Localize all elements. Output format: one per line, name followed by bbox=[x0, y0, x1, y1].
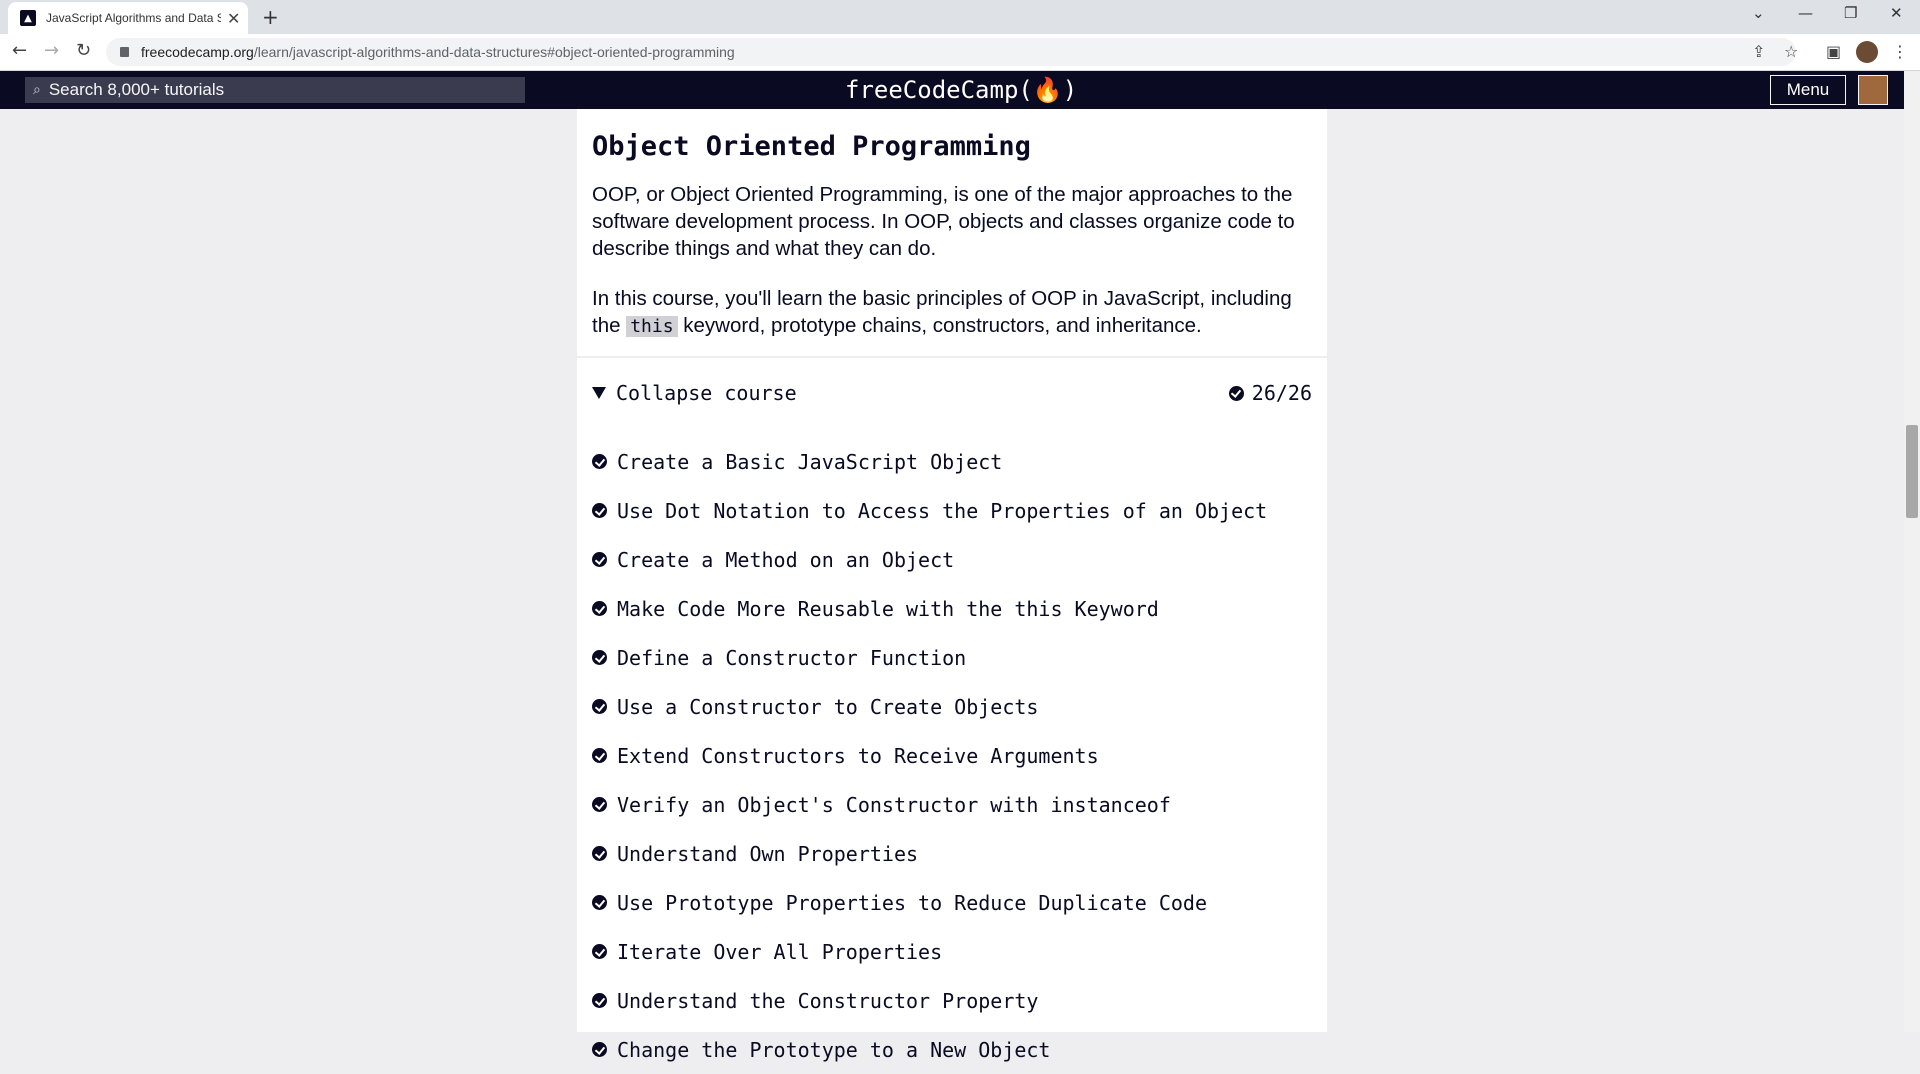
scrollbar-thumb[interactable] bbox=[1906, 425, 1918, 518]
challenge-item[interactable]: Use Prototype Properties to Reduce Dupli… bbox=[592, 878, 1267, 927]
fcc-logo[interactable]: freeCodeCamp(🔥) bbox=[845, 76, 1077, 104]
check-circle-icon bbox=[592, 748, 607, 763]
check-circle-icon bbox=[592, 601, 607, 616]
check-circle-icon bbox=[592, 1042, 607, 1057]
challenge-item[interactable]: Define a Constructor Function bbox=[592, 633, 1267, 682]
check-circle-icon bbox=[592, 454, 607, 469]
share-icon[interactable]: ⇪ bbox=[1752, 42, 1765, 61]
search-placeholder: Search 8,000+ tutorials bbox=[48, 80, 225, 99]
page-scrollbar[interactable] bbox=[1904, 71, 1920, 1032]
minimize-icon[interactable]: — bbox=[1798, 4, 1813, 22]
menu-button[interactable]: Menu bbox=[1770, 75, 1846, 105]
divider bbox=[577, 356, 1327, 358]
section-title: Object Oriented Programming bbox=[592, 131, 1031, 162]
check-circle-icon bbox=[592, 503, 607, 518]
section-description: In this course, you'll learn the basic p… bbox=[592, 285, 1317, 340]
description-text-after: keyword, prototype chains, constructors,… bbox=[677, 314, 1202, 337]
challenge-item[interactable]: Use a Constructor to Create Objects bbox=[592, 682, 1267, 731]
url-path: /learn/javascript-algorithms-and-data-st… bbox=[253, 44, 735, 60]
challenge-item[interactable]: Create a Basic JavaScript Object bbox=[592, 437, 1267, 486]
challenge-list: Create a Basic JavaScript Object Use Dot… bbox=[592, 437, 1267, 1074]
user-avatar[interactable] bbox=[1858, 75, 1888, 105]
progress-count: 26/26 bbox=[1251, 381, 1312, 405]
forward-icon[interactable]: → bbox=[44, 40, 59, 61]
lock-icon bbox=[120, 47, 129, 57]
challenge-item[interactable]: Make Code More Reusable with the this Ke… bbox=[592, 584, 1267, 633]
challenge-title: Use Prototype Properties to Reduce Dupli… bbox=[617, 890, 1208, 915]
section-intro: OOP, or Object Oriented Programming, is … bbox=[592, 183, 1295, 260]
search-icon: ⌕ bbox=[33, 82, 41, 98]
check-circle-icon bbox=[592, 846, 607, 861]
url-host: freecodecamp.org bbox=[141, 44, 254, 60]
url-field[interactable]: freecodecamp.org/learn/javascript-algori… bbox=[106, 38, 1796, 66]
challenge-item[interactable]: Understand the Constructor Property bbox=[592, 976, 1267, 1025]
restore-icon[interactable]: ❐ bbox=[1844, 4, 1857, 22]
back-icon[interactable]: ← bbox=[12, 40, 27, 61]
search-input[interactable]: ⌕ Search 8,000+ tutorials bbox=[25, 77, 525, 103]
collapse-course-label: Collapse course bbox=[616, 381, 797, 405]
check-circle-icon bbox=[592, 699, 607, 714]
browser-tab-bar: ▲ JavaScript Algorithms and Data S ✕ + ⌄… bbox=[0, 0, 1920, 34]
challenge-title: Create a Basic JavaScript Object bbox=[617, 449, 1003, 474]
close-tab-icon[interactable]: ✕ bbox=[227, 9, 240, 28]
challenge-title: Change the Prototype to a New Object bbox=[617, 1037, 1051, 1062]
this-code-snippet: this bbox=[626, 316, 678, 337]
reload-icon[interactable]: ↻ bbox=[76, 40, 91, 61]
challenge-title: Use a Constructor to Create Objects bbox=[617, 694, 1039, 719]
collapse-course-button[interactable]: Collapse course bbox=[592, 381, 797, 405]
course-card: Object Oriented Programming OOP, or Obje… bbox=[577, 109, 1327, 1062]
check-circle-icon bbox=[592, 944, 607, 959]
tab-title: JavaScript Algorithms and Data S bbox=[46, 11, 221, 25]
bookmark-star-icon[interactable]: ☆ bbox=[1784, 42, 1798, 61]
course-progress: 26/26 bbox=[1228, 381, 1312, 405]
browser-tab[interactable]: ▲ JavaScript Algorithms and Data S ✕ bbox=[8, 2, 248, 34]
challenge-title: Create a Method on an Object bbox=[617, 547, 955, 572]
close-window-icon[interactable]: ✕ bbox=[1890, 4, 1903, 22]
challenge-title: Define a Constructor Function bbox=[617, 645, 967, 670]
challenge-item[interactable]: Use Dot Notation to Access the Propertie… bbox=[592, 486, 1267, 535]
challenge-item[interactable]: Change the Prototype to a New Object bbox=[592, 1025, 1267, 1074]
challenge-item[interactable]: Understand Own Properties bbox=[592, 829, 1267, 878]
check-circle-icon bbox=[592, 650, 607, 665]
browser-menu-icon[interactable]: ⋮ bbox=[1892, 42, 1908, 61]
challenge-title: Extend Constructors to Receive Arguments bbox=[617, 743, 1099, 768]
check-circle-icon bbox=[592, 797, 607, 812]
challenge-title: Understand the Constructor Property bbox=[617, 988, 1039, 1013]
challenge-item[interactable]: Create a Method on an Object bbox=[592, 535, 1267, 584]
check-circle-icon bbox=[592, 552, 607, 567]
challenge-title: Make Code More Reusable with the this Ke… bbox=[617, 596, 1159, 621]
check-circle-icon bbox=[1228, 385, 1244, 401]
challenge-item[interactable]: Verify an Object's Constructor with inst… bbox=[592, 780, 1267, 829]
challenge-item[interactable]: Extend Constructors to Receive Arguments bbox=[592, 731, 1267, 780]
challenge-title: Understand Own Properties bbox=[617, 841, 919, 866]
address-bar-row: ← → ↻ freecodecamp.org/learn/javascript-… bbox=[0, 34, 1920, 71]
side-panel-icon[interactable]: ▣ bbox=[1826, 42, 1841, 61]
fcc-navbar: ⌕ Search 8,000+ tutorials freeCodeCamp(🔥… bbox=[0, 71, 1904, 109]
check-circle-icon bbox=[592, 993, 607, 1008]
check-circle-icon bbox=[592, 895, 607, 910]
new-tab-icon[interactable]: + bbox=[262, 5, 279, 29]
challenge-title: Use Dot Notation to Access the Propertie… bbox=[617, 498, 1268, 523]
challenge-title: Verify an Object's Constructor with inst… bbox=[617, 792, 1171, 817]
caret-down-icon bbox=[592, 387, 606, 399]
challenge-item[interactable]: Iterate Over All Properties bbox=[592, 927, 1267, 976]
freecodecamp-favicon-icon: ▲ bbox=[20, 10, 36, 26]
challenge-title: Iterate Over All Properties bbox=[617, 939, 943, 964]
tab-search-icon[interactable]: ⌄ bbox=[1752, 4, 1765, 22]
profile-avatar[interactable] bbox=[1856, 41, 1878, 63]
